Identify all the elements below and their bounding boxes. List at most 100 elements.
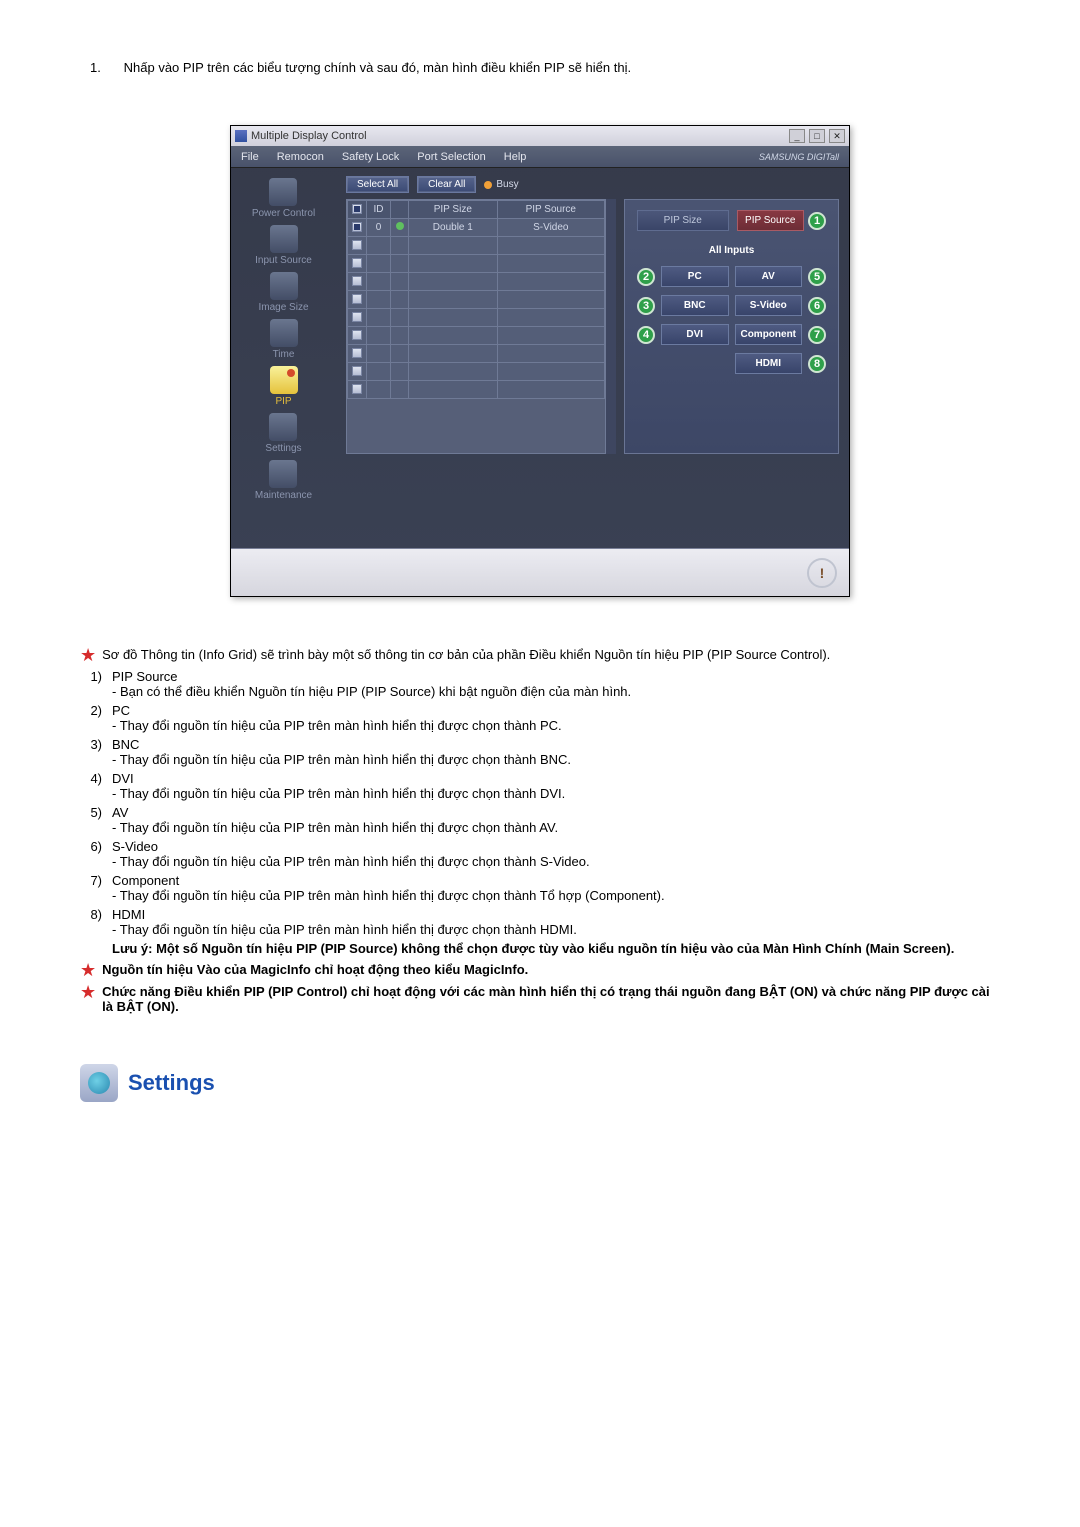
- tab-pip-size[interactable]: PIP Size: [637, 210, 729, 231]
- app-body: Power Control Input Source Image Size Ti…: [231, 168, 849, 548]
- item-title: Component: [112, 873, 665, 888]
- row-checkbox[interactable]: [352, 366, 362, 376]
- row-checkbox[interactable]: [352, 294, 362, 304]
- row-checkbox[interactable]: [352, 312, 362, 322]
- cell-status: [391, 237, 409, 255]
- select-all-button[interactable]: Select All: [346, 176, 409, 193]
- menu-port-selection[interactable]: Port Selection: [417, 151, 485, 163]
- row-checkbox[interactable]: [352, 276, 362, 286]
- table-row[interactable]: [348, 345, 605, 363]
- settings-heading-text: Settings: [128, 1070, 215, 1096]
- cell-id: [367, 345, 391, 363]
- numbered-item: 5)AV- Thay đổi nguồn tín hiệu của PIP tr…: [80, 805, 1000, 835]
- row-checkbox[interactable]: [352, 330, 362, 340]
- cell-status: [391, 219, 409, 237]
- cell-pip-source: [497, 345, 604, 363]
- sidebar-item-settings[interactable]: Settings: [265, 413, 301, 454]
- sidebar-item-power-control[interactable]: Power Control: [252, 178, 315, 219]
- cell-pip-size: [409, 237, 498, 255]
- item-number: 3): [80, 737, 102, 767]
- menu-safety-lock[interactable]: Safety Lock: [342, 151, 399, 163]
- pip-panel: PIP Size PIP Source 1 All Inputs 2 PC AV…: [624, 199, 839, 454]
- content-row: ID PIP Size PIP Source 0Double 1S-Video: [346, 199, 839, 454]
- image-size-icon: [270, 272, 298, 300]
- minimize-button[interactable]: _: [789, 129, 805, 143]
- intro-step-number: 1.: [80, 60, 120, 75]
- input-bnc-button[interactable]: BNC: [661, 295, 729, 316]
- title-bar: Multiple Display Control _ □ ✕: [231, 126, 849, 146]
- sidebar-item-input-source[interactable]: Input Source: [255, 225, 312, 266]
- menu-help[interactable]: Help: [504, 151, 527, 163]
- row-checkbox[interactable]: [352, 222, 362, 232]
- cell-status: [391, 381, 409, 399]
- table-row[interactable]: 0Double 1S-Video: [348, 219, 605, 237]
- table-row[interactable]: [348, 237, 605, 255]
- cell-pip-source: [497, 273, 604, 291]
- input-component-button[interactable]: Component: [735, 324, 803, 345]
- app-window: Multiple Display Control _ □ ✕ File Remo…: [230, 125, 850, 597]
- sidebar-item-label: PIP: [275, 396, 291, 407]
- cell-id: [367, 363, 391, 381]
- table-row[interactable]: [348, 381, 605, 399]
- window-title: Multiple Display Control: [251, 130, 367, 142]
- table-row[interactable]: [348, 255, 605, 273]
- note-text: Chức năng Điều khiển PIP (PIP Control) c…: [102, 984, 1000, 1014]
- input-dvi-button[interactable]: DVI: [661, 324, 729, 345]
- col-status: [391, 201, 409, 219]
- col-id: ID: [367, 201, 391, 219]
- row-checkbox[interactable]: [352, 240, 362, 250]
- input-svideo-button[interactable]: S-Video: [735, 295, 803, 316]
- input-hdmi-button[interactable]: HDMI: [735, 353, 803, 374]
- row-checkbox[interactable]: [352, 258, 362, 268]
- row-checkbox[interactable]: [352, 384, 362, 394]
- item-title: HDMI: [112, 907, 577, 922]
- callout-3: 3: [637, 297, 655, 315]
- grid-scrollbar[interactable]: [606, 199, 616, 454]
- table-row[interactable]: [348, 309, 605, 327]
- input-source-icon: [270, 225, 298, 253]
- cell-pip-size: [409, 381, 498, 399]
- check-all[interactable]: [352, 204, 362, 214]
- cell-status: [391, 273, 409, 291]
- item-title: DVI: [112, 771, 565, 786]
- maximize-button[interactable]: □: [809, 129, 825, 143]
- cell-status: [391, 255, 409, 273]
- sidebar-item-time[interactable]: Time: [270, 319, 298, 360]
- busy-label: Busy: [496, 179, 518, 190]
- menu-remocon[interactable]: Remocon: [277, 151, 324, 163]
- item-title: PIP Source: [112, 669, 631, 684]
- sidebar-item-label: Time: [273, 349, 295, 360]
- cell-pip-source: [497, 237, 604, 255]
- menu-file[interactable]: File: [241, 151, 259, 163]
- warning-note: Lưu ý: Một số Nguồn tín hiệu PIP (PIP So…: [80, 941, 1000, 956]
- table-row[interactable]: [348, 327, 605, 345]
- table-row[interactable]: [348, 363, 605, 381]
- sidebar-item-image-size[interactable]: Image Size: [258, 272, 308, 313]
- maintenance-icon: [269, 460, 297, 488]
- cell-id: 0: [367, 219, 391, 237]
- cell-status: [391, 327, 409, 345]
- cell-pip-source: [497, 255, 604, 273]
- clear-all-button[interactable]: Clear All: [417, 176, 476, 193]
- sidebar-item-label: Power Control: [252, 208, 315, 219]
- sidebar-item-maintenance[interactable]: Maintenance: [255, 460, 312, 501]
- close-button[interactable]: ✕: [829, 129, 845, 143]
- busy-dot-icon: [484, 181, 492, 189]
- input-pc-button[interactable]: PC: [661, 266, 729, 287]
- item-title: BNC: [112, 737, 571, 752]
- table-row[interactable]: [348, 273, 605, 291]
- star-icon: ★: [80, 984, 96, 1000]
- item-desc: - Thay đổi nguồn tín hiệu của PIP trên m…: [112, 752, 571, 767]
- sidebar-item-pip[interactable]: PIP: [270, 366, 298, 407]
- sidebar-item-label: Input Source: [255, 255, 312, 266]
- power-icon: [269, 178, 297, 206]
- table-row[interactable]: [348, 291, 605, 309]
- cell-id: [367, 309, 391, 327]
- numbered-item: 3) BNC- Thay đổi nguồn tín hiệu của PIP t…: [80, 737, 1000, 767]
- tab-pip-source[interactable]: PIP Source: [737, 210, 805, 231]
- input-av-button[interactable]: AV: [735, 266, 803, 287]
- note-star-3: ★ Chức năng Điều khiển PIP (PIP Control)…: [80, 984, 1000, 1014]
- item-number: 8): [80, 907, 102, 937]
- row-checkbox[interactable]: [352, 348, 362, 358]
- toolbar: Select All Clear All Busy: [346, 176, 839, 193]
